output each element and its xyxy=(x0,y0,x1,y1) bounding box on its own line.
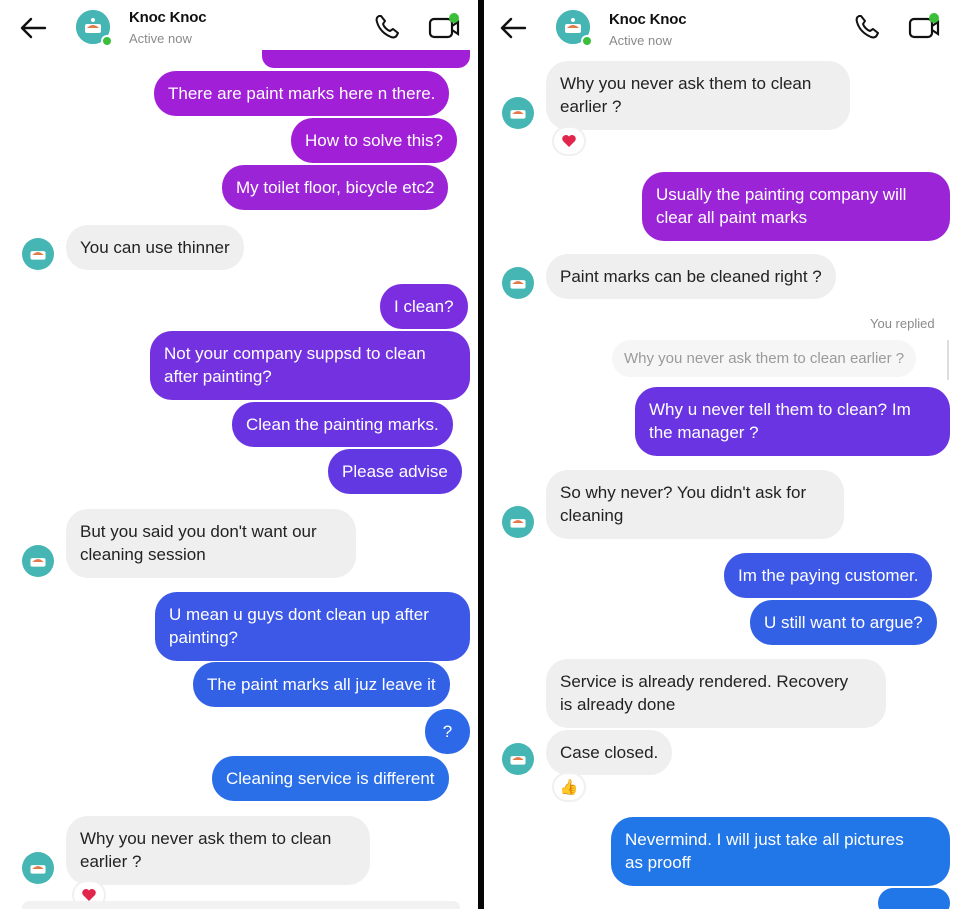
message-bubble[interactable]: Please advise xyxy=(328,449,462,494)
message-bubble[interactable]: Im the paying customer. xyxy=(724,553,933,598)
message-bubble[interactable]: How to solve this? xyxy=(291,118,457,163)
message-bubble[interactable]: I clean? xyxy=(380,284,468,329)
reaction-badge[interactable]: 👍 xyxy=(554,774,584,800)
message-bubble[interactable]: Case closed. xyxy=(546,730,673,775)
contact-avatar-small xyxy=(22,545,54,577)
contact-avatar-small xyxy=(22,852,54,884)
message-bubble[interactable]: Nevermind. I will just take all pictures… xyxy=(611,817,950,886)
you-replied-label: You replied xyxy=(870,316,935,331)
next-message-cutoff xyxy=(22,901,460,909)
screenshot-collage: Knoc Knoc Active now There are paint mar… xyxy=(0,0,960,909)
message-bubble-cutoff xyxy=(262,50,470,68)
message-bubble[interactable]: My toilet floor, bicycle etc2 xyxy=(222,165,449,210)
message-bubble[interactable]: Why u never tell them to clean? Im the m… xyxy=(635,387,950,456)
back-arrow-icon[interactable] xyxy=(18,14,48,42)
message-bubble[interactable]: Why you never ask them to clean earlier … xyxy=(546,61,850,130)
phone-icon[interactable] xyxy=(372,12,402,42)
video-call-icon[interactable] xyxy=(427,12,461,42)
contact-avatar-small xyxy=(22,238,54,270)
message-bubble[interactable]: U still want to argue? xyxy=(750,600,937,645)
message-bubble[interactable]: The paint marks all juz leave it xyxy=(193,662,450,707)
online-status-icon xyxy=(581,35,593,47)
chat-panel-left: Knoc Knoc Active now There are paint mar… xyxy=(0,0,478,909)
contact-avatar-small xyxy=(502,97,534,129)
contact-name[interactable]: Knoc Knoc xyxy=(609,11,687,28)
contact-name[interactable]: Knoc Knoc xyxy=(129,9,207,26)
back-arrow-icon[interactable] xyxy=(498,14,528,42)
message-bubble[interactable]: U mean u guys dont clean up after painti… xyxy=(155,592,470,661)
reply-preview[interactable]: Why you never ask them to clean earlier … xyxy=(612,340,917,377)
contact-avatar-small xyxy=(502,506,534,538)
video-call-icon[interactable] xyxy=(907,12,941,42)
message-bubble[interactable]: Clean the painting marks. xyxy=(232,402,453,447)
message-bubble[interactable]: Paint marks can be cleaned right ? xyxy=(546,254,836,299)
contact-status: Active now xyxy=(129,31,192,46)
chat-header: Knoc Knoc Active now xyxy=(484,0,960,56)
message-bubble[interactable]: ? xyxy=(425,709,470,754)
online-status-icon xyxy=(101,35,113,47)
reply-indicator xyxy=(947,340,949,380)
message-bubble[interactable]: There are paint marks here n there. xyxy=(154,71,450,116)
chat-panel-right: Knoc Knoc Active now Why you never ask t… xyxy=(484,0,960,909)
message-bubble[interactable]: Service is already rendered. Recovery is… xyxy=(546,659,886,728)
message-bubble[interactable]: Not your company suppsd to clean after p… xyxy=(150,331,470,400)
message-bubble[interactable]: Usually the painting company will clear … xyxy=(642,172,950,241)
message-bubble[interactable]: Why you never ask them to clean earlier … xyxy=(66,816,370,885)
thumbs-up-icon: 👍 xyxy=(559,779,579,796)
contact-avatar-small xyxy=(502,743,534,775)
message-bubble[interactable]: Cleaning service is different xyxy=(212,756,449,801)
phone-icon[interactable] xyxy=(852,12,882,42)
heart-icon xyxy=(562,135,576,147)
chat-header: Knoc Knoc Active now xyxy=(0,0,478,56)
contact-avatar[interactable] xyxy=(556,10,593,47)
message-bubble[interactable]: You can use thinner xyxy=(66,225,244,270)
contact-avatar[interactable] xyxy=(76,10,113,47)
message-bubble[interactable]: So why never? You didn't ask for cleanin… xyxy=(546,470,844,539)
contact-status: Active now xyxy=(609,33,672,48)
contact-avatar-small xyxy=(502,267,534,299)
reaction-badge[interactable] xyxy=(554,128,584,154)
message-bubble-cutoff xyxy=(878,888,950,909)
message-bubble[interactable]: But you said you don't want our cleaning… xyxy=(66,509,356,578)
